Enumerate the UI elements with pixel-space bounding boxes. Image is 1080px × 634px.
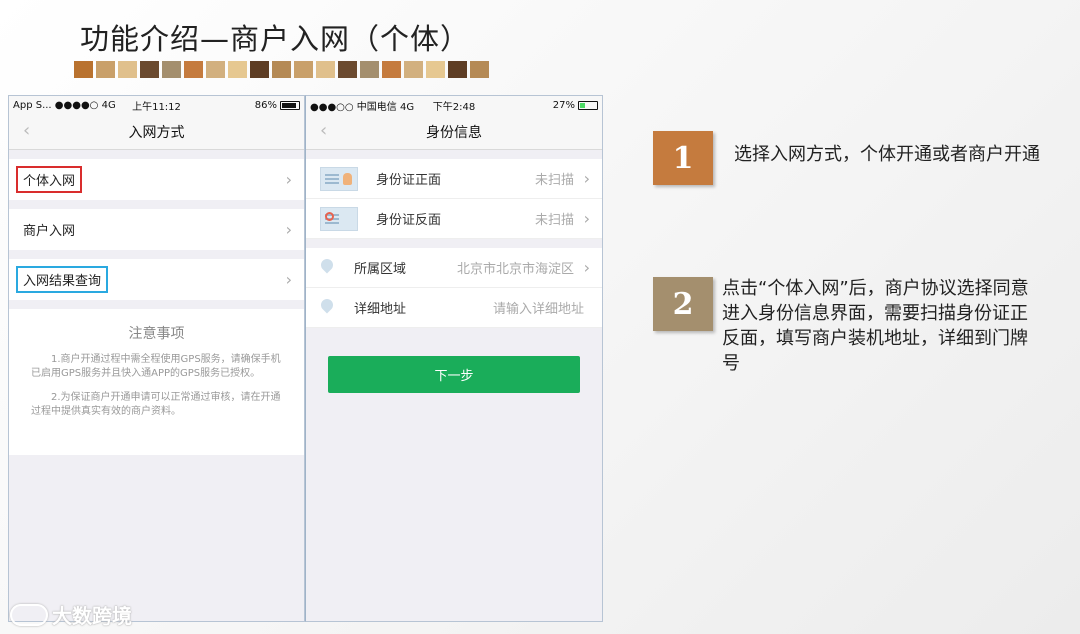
id-front-row[interactable]: 身份证正面 未扫描 ›: [306, 159, 602, 199]
notice-panel: 注意事项 1.商户开通过程中需全程使用GPS服务，请确保手机已启用GPS服务并且…: [9, 309, 304, 455]
decor-square: [448, 61, 467, 78]
step-1-text: 选择入网方式，个体开通或者商户开通: [734, 144, 1040, 165]
decor-square: [140, 61, 159, 78]
battery-icon: [280, 100, 300, 110]
decor-square: [162, 61, 181, 78]
id-back-label: 身份证反面: [376, 213, 442, 228]
decor-square: [316, 61, 335, 78]
battery-percent: 86%: [254, 99, 277, 111]
decor-square: [426, 61, 445, 78]
id-front-label: 身份证正面: [376, 173, 442, 188]
next-step-button[interactable]: 下一步: [328, 356, 580, 393]
id-back-status: 未扫描: [534, 213, 574, 228]
location-pin-icon: [320, 299, 334, 317]
menu-item-merchant[interactable]: 商户入网 ›: [9, 209, 304, 250]
nav-bar: ‹ 入网方式: [9, 114, 304, 150]
chevron-right-icon: ›: [285, 270, 292, 289]
address-label: 详细地址: [354, 302, 407, 317]
chevron-right-icon: ›: [583, 258, 590, 277]
notice-line: 1.商户开通过程中需全程使用GPS服务，请确保手机已启用GPS服务并且快入通AP…: [31, 354, 281, 379]
menu-item-label: 个体入网: [16, 166, 83, 193]
nav-title: 入网方式: [128, 124, 185, 141]
region-value: 北京市北京市海淀区: [456, 262, 574, 277]
battery-percent: 27%: [552, 99, 575, 111]
decor-squares: [74, 61, 489, 78]
id-card-back-icon: [320, 206, 358, 231]
menu-item-result-query[interactable]: 入网结果查询 ›: [9, 259, 304, 300]
status-bar: ●●●○○ 中国电信 4G 下午2:48 27%: [306, 96, 602, 114]
region-label: 所属区域: [354, 262, 407, 277]
watermark: 大数跨境: [10, 600, 132, 629]
battery-icon: [578, 100, 598, 110]
decor-square: [404, 61, 423, 78]
status-time: 上午11:12: [132, 101, 181, 113]
menu-item-label: 商户入网: [23, 224, 76, 239]
nav-title: 身份信息: [426, 124, 482, 141]
menu-item-individual[interactable]: 个体入网 ›: [9, 159, 304, 200]
slide-title: 功能介绍—商户入网（个体）: [80, 22, 471, 56]
notice-title: 注意事项: [128, 326, 185, 342]
address-row[interactable]: 详细地址 请输入详细地址: [306, 288, 602, 328]
decor-square: [250, 61, 269, 78]
step-2-badge: 2: [653, 277, 713, 331]
chevron-right-icon: ›: [285, 220, 292, 239]
status-bar: App S... ●●●●○ 4G 上午11:12 86%: [9, 96, 304, 114]
nav-bar: ‹ 身份信息: [306, 114, 602, 150]
notice-line: 2.为保证商户开通申请可以正常通过审核，请在开通过程中提供真实有效的商户资料。: [31, 392, 281, 417]
step-1-badge: 1: [653, 131, 713, 185]
address-input[interactable]: 请输入详细地址: [493, 298, 584, 317]
watermark-text: 大数跨境: [52, 604, 132, 628]
phone-screen-identity-info: ●●●○○ 中国电信 4G 下午2:48 27% ‹ 身份信息 身份证正面 未扫…: [305, 95, 603, 622]
decor-square: [118, 61, 137, 78]
menu-item-label: 入网结果查询: [16, 266, 109, 293]
step-2-text: 点击“个体入网”后，商户协议选择同意进入身份信息界面，需要扫描身份证正反面，填写…: [722, 278, 1029, 374]
decor-square: [228, 61, 247, 78]
decor-square: [470, 61, 489, 78]
back-icon[interactable]: ‹: [320, 120, 327, 141]
chevron-right-icon: ›: [285, 170, 292, 189]
back-icon[interactable]: ‹: [23, 120, 30, 141]
decor-square: [382, 61, 401, 78]
decor-square: [184, 61, 203, 78]
status-time: 下午2:48: [432, 101, 476, 113]
id-card-front-icon: [320, 166, 358, 191]
id-back-row[interactable]: 身份证反面 未扫描 ›: [306, 199, 602, 239]
decor-square: [294, 61, 313, 78]
phone-screen-entry-method: App S... ●●●●○ 4G 上午11:12 86% ‹ 入网方式 个体入…: [8, 95, 305, 622]
decor-square: [74, 61, 93, 78]
decor-square: [360, 61, 379, 78]
id-front-status: 未扫描: [534, 173, 574, 188]
watermark-logo-icon: [10, 603, 48, 626]
decor-square: [206, 61, 225, 78]
decor-square: [96, 61, 115, 78]
chevron-right-icon: ›: [583, 209, 590, 228]
location-pin-icon: [320, 259, 334, 277]
decor-square: [338, 61, 357, 78]
status-carrier: ●●●○○ 中国电信 4G: [310, 101, 415, 113]
decor-square: [272, 61, 291, 78]
status-carrier: App S... ●●●●○ 4G: [13, 99, 116, 111]
chevron-right-icon: ›: [583, 169, 590, 188]
region-row[interactable]: 所属区域 北京市北京市海淀区 ›: [306, 248, 602, 288]
